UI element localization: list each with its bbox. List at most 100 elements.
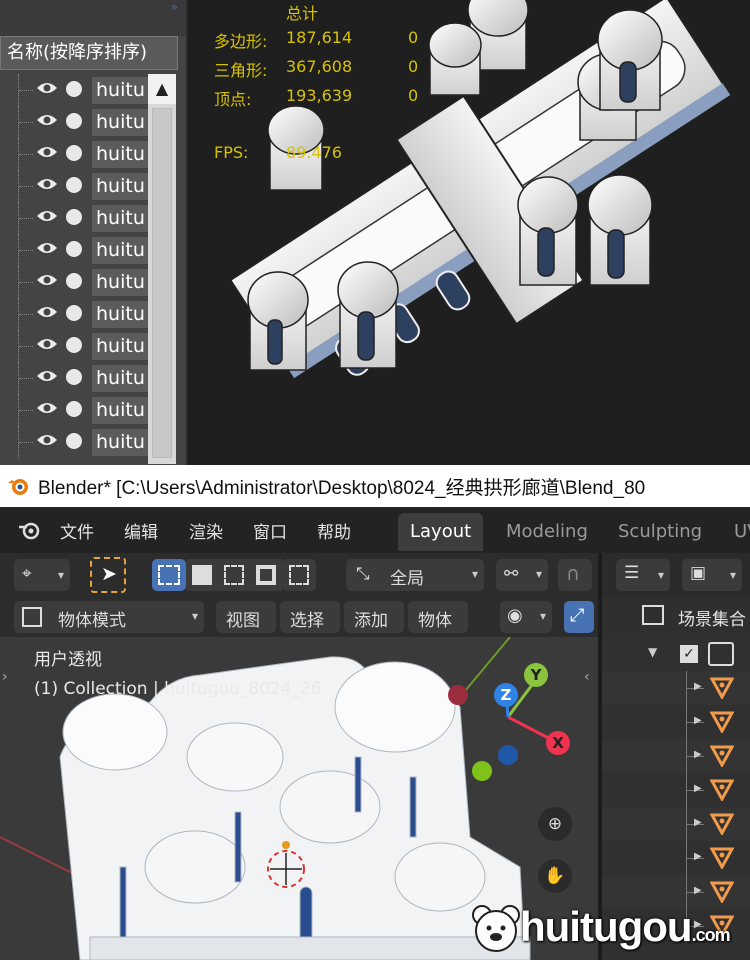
select-mode-invert-button[interactable] bbox=[250, 559, 282, 591]
right-sidebar-toggle[interactable]: ‹ bbox=[584, 669, 590, 685]
scene-object-name[interactable]: huitu bbox=[92, 365, 148, 392]
name-column-header[interactable]: 名称(按降序排序) bbox=[0, 36, 178, 70]
expand-arrow-icon[interactable]: ▶ bbox=[694, 851, 702, 862]
eye-icon[interactable] bbox=[36, 401, 58, 415]
blender-menu-icon[interactable] bbox=[16, 518, 42, 542]
navigation-gizmo[interactable]: Y Z X bbox=[440, 647, 580, 787]
eye-icon[interactable] bbox=[36, 145, 58, 159]
extend-select-icon bbox=[192, 565, 212, 585]
render-toggle-icon[interactable] bbox=[66, 81, 82, 97]
menu-window[interactable]: 窗口 bbox=[253, 518, 287, 543]
scene-object-name[interactable]: huitu bbox=[92, 205, 148, 232]
eye-icon[interactable] bbox=[36, 305, 58, 319]
scrollbar-thumb[interactable] bbox=[152, 108, 172, 458]
menu-add[interactable]: 添加 bbox=[344, 601, 404, 633]
scene-object-name[interactable]: huitu bbox=[92, 173, 148, 200]
visibility-dropdown[interactable]: ◉ ▾ bbox=[500, 601, 552, 633]
gizmo-negative-x[interactable] bbox=[448, 685, 468, 705]
tab-uv[interactable]: UV bbox=[722, 513, 750, 551]
menu-object[interactable]: 物体 bbox=[408, 601, 468, 633]
menu-add-label: 添加 bbox=[354, 611, 388, 631]
scene-object-name[interactable]: huitu bbox=[92, 397, 148, 424]
outliner-object-row[interactable]: ▶ bbox=[602, 739, 750, 773]
eye-icon[interactable] bbox=[36, 433, 58, 447]
object-mode-dropdown[interactable]: 物体模式 ▾ bbox=[14, 601, 204, 633]
left-toolbar-toggle[interactable]: › bbox=[2, 669, 8, 685]
proportional-edit-button[interactable]: ∩ bbox=[558, 559, 592, 591]
eye-icon[interactable] bbox=[36, 369, 58, 383]
render-toggle-icon[interactable] bbox=[66, 241, 82, 257]
render-toggle-icon[interactable] bbox=[66, 177, 82, 193]
eye-icon[interactable] bbox=[36, 113, 58, 127]
menu-view[interactable]: 视图 bbox=[216, 601, 276, 633]
tab-modeling[interactable]: Modeling bbox=[494, 513, 600, 551]
scene-object-name[interactable]: huitu bbox=[92, 301, 148, 328]
outliner-object-row[interactable]: ▶ bbox=[602, 841, 750, 875]
render-toggle-icon[interactable] bbox=[66, 433, 82, 449]
render-toggle-icon[interactable] bbox=[66, 369, 82, 385]
render-toggle-icon[interactable] bbox=[66, 113, 82, 129]
outliner-object-row[interactable]: ▶ bbox=[602, 773, 750, 807]
eye-icon[interactable] bbox=[36, 177, 58, 191]
scene-object-name[interactable]: huitu bbox=[92, 333, 148, 360]
select-mode-intersect-button[interactable] bbox=[282, 559, 316, 591]
select-mode-subtract-button[interactable] bbox=[218, 559, 250, 591]
eye-icon[interactable] bbox=[36, 273, 58, 287]
scene-collection-row[interactable]: 场景集合 bbox=[602, 597, 750, 637]
gizmo-y-axis[interactable]: Y bbox=[524, 663, 548, 687]
stats-fps-value: 89.476 bbox=[286, 143, 342, 162]
menu-file[interactable]: 文件 bbox=[60, 518, 94, 543]
eye-icon[interactable] bbox=[36, 209, 58, 223]
render-toggle-icon[interactable] bbox=[66, 401, 82, 417]
render-toggle-icon[interactable] bbox=[66, 145, 82, 161]
collection-row[interactable]: ▼ ✓ bbox=[602, 637, 750, 671]
eye-icon[interactable] bbox=[36, 241, 58, 255]
scene-object-name[interactable]: huitu bbox=[92, 109, 148, 136]
display-mode-dropdown[interactable]: ☰ ▾ bbox=[616, 559, 670, 591]
scene-object-name[interactable]: huitu bbox=[92, 141, 148, 168]
menu-select[interactable]: 选择 bbox=[280, 601, 340, 633]
menu-render[interactable]: 渲染 bbox=[189, 518, 223, 543]
eye-icon[interactable] bbox=[36, 337, 58, 351]
select-tool-button[interactable]: ➤ bbox=[90, 557, 126, 593]
render-toggle-icon[interactable] bbox=[66, 305, 82, 321]
menu-help[interactable]: 帮助 bbox=[317, 518, 351, 543]
gizmo-negative-z[interactable] bbox=[498, 745, 518, 765]
filter-dropdown[interactable]: ▣ ▾ bbox=[682, 559, 742, 591]
scene-object-name[interactable]: huitu bbox=[92, 237, 148, 264]
tab-layout[interactable]: Layout bbox=[398, 513, 484, 551]
outliner-object-row[interactable]: ▶ bbox=[602, 705, 750, 739]
expand-arrow-icon[interactable]: ▶ bbox=[694, 749, 702, 760]
scene-object-name[interactable]: huitu bbox=[92, 77, 148, 104]
render-toggle-icon[interactable] bbox=[66, 209, 82, 225]
transform-pivot-button[interactable]: ⌖ ▾ bbox=[14, 559, 70, 591]
tab-sculpting[interactable]: Sculpting bbox=[606, 513, 714, 551]
expand-arrow-icon[interactable]: ▶ bbox=[694, 783, 702, 794]
select-mode-new-button[interactable] bbox=[152, 559, 186, 591]
render-toggle-icon[interactable] bbox=[66, 273, 82, 289]
gizmo-z-axis[interactable]: Z bbox=[494, 683, 518, 707]
gizmo-negative-y[interactable] bbox=[472, 761, 492, 781]
max-viewport[interactable]: 总计 多边形: 187,614 0 三角形: 367,608 0 顶点: 193… bbox=[190, 0, 750, 465]
zoom-button[interactable]: ⊕ bbox=[538, 807, 572, 841]
watermark-suffix: .com bbox=[691, 925, 731, 945]
menu-edit[interactable]: 编辑 bbox=[124, 518, 158, 543]
scene-object-name[interactable]: huitu bbox=[92, 429, 148, 456]
expand-arrow-icon[interactable]: ▶ bbox=[694, 715, 702, 726]
chevron-up-icon[interactable]: ▲ bbox=[148, 74, 176, 104]
eye-icon[interactable] bbox=[36, 81, 58, 95]
expand-arrow-icon[interactable]: ▶ bbox=[694, 817, 702, 828]
outliner-object-row[interactable]: ▶ bbox=[602, 807, 750, 841]
scene-object-name[interactable]: huitu bbox=[92, 269, 148, 296]
gizmo-toggle-button[interactable]: ⤢ bbox=[564, 601, 594, 633]
expand-arrow-icon[interactable]: ▶ bbox=[694, 681, 702, 692]
outliner-object-row[interactable]: ▶ bbox=[602, 671, 750, 705]
select-mode-extend-button[interactable] bbox=[186, 559, 218, 591]
snapping-dropdown[interactable]: ⚯ ▾ bbox=[496, 559, 548, 591]
transform-orientation-dropdown[interactable]: ⤡ 全局 ▾ bbox=[346, 559, 484, 591]
render-toggle-icon[interactable] bbox=[66, 337, 82, 353]
list-scrollbar[interactable]: ▲ bbox=[148, 74, 176, 464]
checkbox[interactable]: ✓ bbox=[680, 645, 698, 663]
gizmo-x-axis[interactable]: X bbox=[546, 731, 570, 755]
pan-button[interactable]: ✋ bbox=[538, 859, 572, 893]
